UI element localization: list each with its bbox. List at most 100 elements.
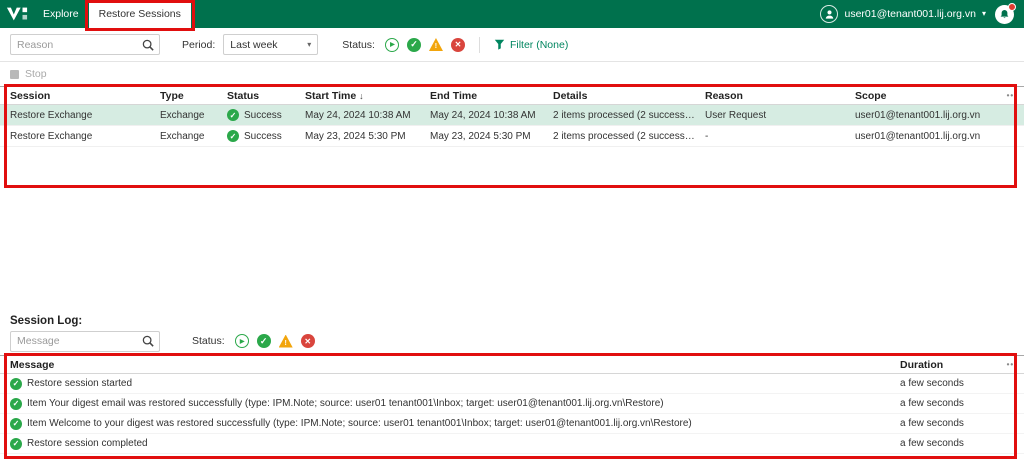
cell-reason: User Request [705,109,767,121]
message-text: Restore session started [27,378,133,389]
column-header-start-time[interactable]: Start Time ↓ [305,90,430,102]
cell-message: ✓ Restore session completed [10,437,900,450]
period-value: Last week [230,38,278,51]
column-header-status[interactable]: Status [227,90,305,102]
filter-status-failed-icon[interactable]: ✕ [450,37,465,52]
column-header-reason[interactable]: Reason [705,90,855,102]
success-icon: ✓ [10,397,22,410]
cell-duration: a few seconds [900,378,964,389]
log-filter-status-warning-icon[interactable]: ! [278,334,293,348]
cell-message: ✓ Item Your digest email was restored suc… [10,397,900,410]
period-select[interactable]: Last week ▾ [223,34,319,55]
notifications-button[interactable] [995,2,1016,24]
reason-search-input[interactable] [11,38,137,51]
tab-explore-label: Explore [43,8,79,20]
column-header-duration[interactable]: Duration [900,359,998,371]
log-column-options-icon[interactable]: ••• [998,360,1024,369]
success-icon: ✓ [227,109,239,121]
funnel-icon [494,39,505,50]
sort-desc-icon: ↓ [359,90,364,101]
session-log-body: ✓ Restore session started a few seconds ✓… [0,374,1024,454]
cell-status: ✓ Success [227,109,305,121]
reason-search-box [10,34,160,55]
app-header: Explore Restore Sessions user01@tenant00… [0,0,1024,28]
filter-status-warning-icon[interactable]: ! [428,38,443,51]
cell-start-time: May 23, 2024 5:30 PM [305,130,406,142]
chevron-down-icon: ▾ [307,40,312,49]
cell-reason: - [705,130,709,142]
divider [478,36,480,53]
sessions-table-body: Restore Exchange Exchange ✓ Success May 2… [0,105,1024,147]
cell-start-time: May 24, 2024 10:38 AM [305,109,411,121]
column-header-type[interactable]: Type [160,90,227,102]
cell-message: ✓ Restore session started [10,377,900,390]
message-text: Item Your digest email was restored succ… [27,398,664,409]
session-row[interactable]: Restore Exchange Exchange ✓ Success May 2… [0,126,1024,147]
success-icon: ✓ [10,377,22,390]
user-menu[interactable]: user01@tenant001.lij.org.vn ▾ [820,5,986,23]
column-header-details[interactable]: Details [553,90,705,102]
period-label: Period: [182,38,216,51]
filter-link-label: Filter (None) [509,38,569,51]
status-filter-icons: ▶ ✓ ! ✕ [384,37,465,52]
log-filter-status-failed-icon[interactable]: ✕ [300,334,315,348]
sessions-table-header: Session Type Status Start Time ↓ End Time… [0,86,1024,105]
log-row[interactable]: ✓ Item Your digest email was restored suc… [0,394,1024,414]
status-label: Status: [342,38,375,51]
log-row[interactable]: ✓ Restore session completed a few seconds [0,434,1024,454]
column-header-start-time-label: Start Time [305,89,357,102]
column-header-end-time[interactable]: End Time [430,90,553,102]
cell-type: Exchange [160,130,205,142]
log-filter-status-success-icon[interactable]: ✓ [256,334,271,348]
status-text: Success [244,130,282,142]
filter-button[interactable]: Filter (None) [494,39,568,51]
bell-icon [1000,9,1009,18]
cell-status: ✓ Success [227,130,305,142]
header-right: user01@tenant001.lij.org.vn ▾ [820,0,1024,28]
session-log-title: Session Log: [10,315,83,327]
chevron-down-icon: ▾ [981,9,986,18]
log-filter-status-running-icon[interactable]: ▶ [234,334,249,348]
message-search-input[interactable] [11,335,137,347]
search-icon[interactable] [137,335,159,347]
cell-end-time: May 23, 2024 5:30 PM [430,130,531,142]
notification-badge [1008,2,1016,11]
cell-type: Exchange [160,109,205,121]
success-icon: ✓ [10,437,22,450]
message-search-box [10,330,160,352]
filter-status-running-icon[interactable]: ▶ [384,37,399,52]
stop-button[interactable]: Stop [0,62,1024,86]
success-icon: ✓ [10,417,22,430]
message-text: Restore session completed [27,438,148,449]
tab-restore-sessions[interactable]: Restore Sessions [88,0,191,28]
cell-duration: a few seconds [900,418,964,429]
user-email: user01@tenant001.lij.org.vn [844,8,976,20]
column-header-message[interactable]: Message [10,359,900,371]
message-text: Item Welcome to your digest was restored… [27,418,692,429]
log-row[interactable]: ✓ Item Welcome to your digest was restore… [0,414,1024,434]
filter-status-success-icon[interactable]: ✓ [406,37,421,52]
cell-scope: user01@tenant001.lij.org.vn [855,109,981,121]
tab-explore[interactable]: Explore [33,0,89,28]
column-options-icon[interactable]: ••• [998,91,1024,100]
column-header-scope[interactable]: Scope [855,90,998,102]
cell-session: Restore Exchange [10,109,93,121]
stop-icon [10,69,19,79]
app-logo-icon[interactable] [0,0,33,28]
status-text: Success [244,109,282,121]
cell-duration: a few seconds [900,398,964,409]
cell-scope: user01@tenant001.lij.org.vn [855,130,981,142]
cell-session: Restore Exchange [10,130,93,142]
log-status-filter-icons: ▶ ✓ ! ✕ [234,334,315,348]
session-log-header: Message Duration ••• [0,355,1024,374]
success-icon: ✓ [227,130,239,142]
user-avatar-icon [820,5,839,23]
session-row[interactable]: Restore Exchange Exchange ✓ Success May 2… [0,105,1024,126]
sessions-filter-bar: Period: Last week ▾ Status: ▶ ✓ ! ✕ Filt… [0,28,1024,62]
cell-duration: a few seconds [900,438,964,449]
log-status-label: Status: [192,335,225,347]
column-header-session[interactable]: Session [10,90,160,102]
search-icon[interactable] [137,39,159,51]
log-row[interactable]: ✓ Restore session started a few seconds [0,374,1024,394]
cell-details: 2 items processed (2 successes) [553,130,699,142]
